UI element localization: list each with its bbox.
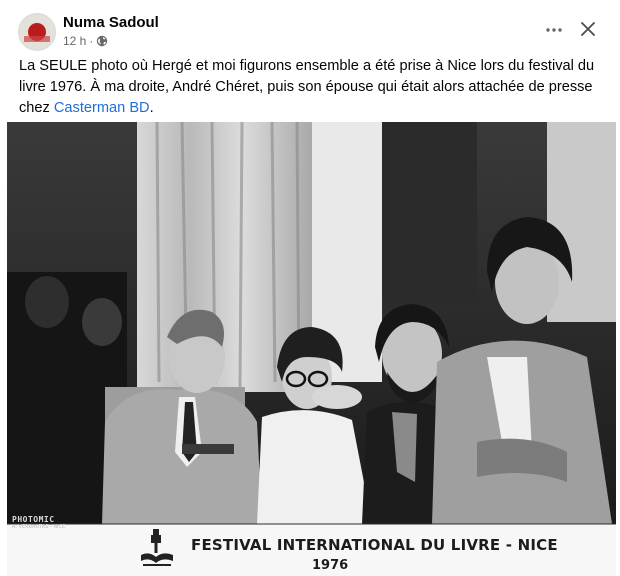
globe-icon[interactable] [96,35,108,47]
black-and-white-photo [7,122,616,576]
facebook-post: Numa Sadoul 12 h · La SEULE photo où Her… [0,0,620,576]
post-time[interactable]: 12 h [63,34,86,48]
photo-stamp-small: A. VERBAUTAS - NICE [12,524,66,530]
author-avatar[interactable] [18,13,56,51]
meta-separator: · [89,34,94,48]
photo-caption: FESTIVAL INTERNATIONAL DU LIVRE - NICE [191,536,558,554]
more-options-icon[interactable] [542,18,566,42]
post-text-end: . [149,100,154,116]
post-photo[interactable]: PHOTOMIC A. VERBAUTAS - NICE FESTIVAL IN… [7,122,616,576]
author-name[interactable]: Numa Sadoul [63,14,159,31]
post-meta: 12 h · [63,34,108,48]
festival-logo-icon [141,529,173,566]
photo-stamp: PHOTOMIC [12,515,55,524]
close-icon[interactable] [574,15,602,43]
photo-year: 1976 [312,558,349,573]
casterman-link[interactable]: Casterman BD [54,100,150,116]
post-text: La SEULE photo où Hergé et moi figurons … [19,56,609,119]
